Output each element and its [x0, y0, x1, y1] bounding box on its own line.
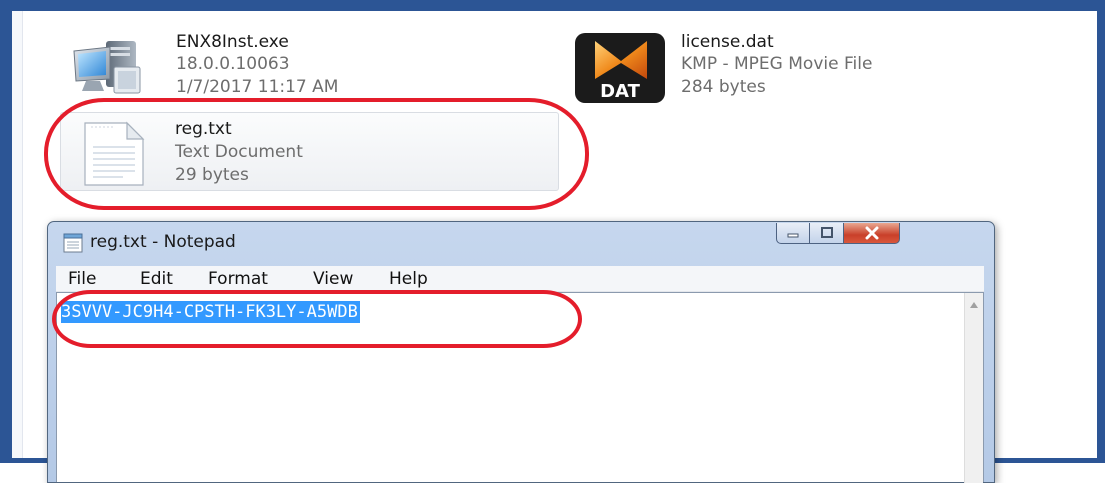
file-name: license.dat — [681, 32, 774, 52]
maximize-button[interactable] — [810, 223, 844, 244]
file-name: ENX8Inst.exe — [176, 32, 289, 52]
annotation-circle-file — [44, 98, 589, 210]
file-size: 284 bytes — [681, 77, 766, 97]
maximize-icon — [820, 227, 833, 238]
navigation-pane-edge — [12, 11, 23, 458]
vertical-scrollbar[interactable] — [964, 293, 983, 483]
file-type: KMP - MPEG Movie File — [681, 54, 873, 74]
scroll-up-button[interactable] — [965, 297, 983, 313]
menu-help[interactable]: Help — [389, 269, 428, 289]
close-button[interactable] — [844, 223, 900, 244]
chevron-up-icon — [970, 302, 978, 308]
menu-format[interactable]: Format — [208, 269, 268, 289]
file-version: 18.0.0.10063 — [176, 54, 290, 74]
minimize-icon — [787, 233, 799, 238]
file-date: 1/7/2017 11:17 AM — [176, 77, 339, 97]
file-item-license[interactable]: DAT license.dat KMP - MPEG Movie File 28… — [575, 31, 955, 103]
kmplayer-dat-icon: DAT — [575, 33, 665, 103]
close-icon — [865, 226, 878, 240]
menu-bar: File Edit Format View Help — [56, 266, 984, 292]
menu-edit[interactable]: Edit — [140, 269, 173, 289]
menu-file[interactable]: File — [68, 269, 96, 289]
dat-icon-label: DAT — [600, 81, 640, 102]
menu-view[interactable]: View — [313, 269, 353, 289]
installer-computer-icon — [73, 41, 141, 94]
annotation-circle-key — [52, 290, 582, 348]
file-item-enx8inst[interactable]: ENX8Inst.exe 18.0.0.10063 1/7/2017 11:17… — [70, 31, 400, 103]
notepad-window[interactable]: reg.txt - Notepad File Edit Format View … — [47, 221, 995, 483]
notepad-icon — [63, 233, 83, 253]
minimize-button[interactable] — [776, 223, 810, 244]
window-title: reg.txt - Notepad — [90, 232, 236, 252]
